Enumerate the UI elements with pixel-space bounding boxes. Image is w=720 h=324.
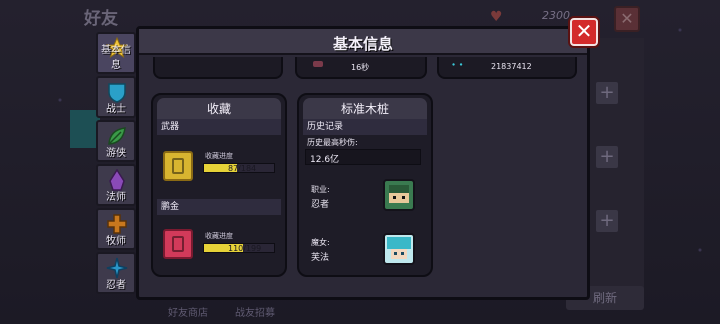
max-dps-label: 历史最高秒伤:: [307, 138, 358, 147]
background-title: 好友: [84, 9, 118, 29]
background-friend-slots: [590, 38, 644, 298]
training-dummy-panel: 标准木桩 历史记录 历史最高秒伤: 12.6亿 职业: 忍者 魔女: 芙法: [297, 93, 433, 277]
alchemy-progress-text: 110/199: [228, 244, 262, 253]
tab-ninja[interactable]: 忍者: [96, 252, 136, 294]
collection-panel: 收藏 武器 收藏进度 87/184 鹏金 收藏进度 110/199: [151, 93, 287, 277]
stat-card-partial: ∙ ∙ 21837412: [437, 57, 577, 79]
add-friend-plus-icon: +: [596, 82, 618, 104]
tab-label: 牧师: [106, 236, 126, 247]
history-label: 历史记录: [303, 119, 427, 135]
background-tab-recruit: 战友招募: [235, 308, 275, 319]
stat-value: 21837412: [491, 62, 532, 71]
background-coins: 2300: [542, 9, 570, 22]
weapons-progress-text: 87/184: [228, 164, 257, 173]
background-close-icon: ✕: [614, 6, 640, 32]
ninja-avatar-icon: [383, 179, 415, 211]
max-dps-value: 12.6亿: [310, 155, 340, 165]
tab-priest[interactable]: 牧师: [96, 208, 136, 250]
witch-avatar-icon: [383, 233, 415, 265]
add-friend-plus-icon: +: [596, 210, 618, 232]
tab-mage[interactable]: 法师: [96, 164, 136, 206]
tab-label: 基本信息: [101, 45, 131, 71]
weapons-section-label: 武器: [157, 119, 281, 135]
witch-label: 魔女:: [311, 238, 330, 247]
background-tab-shop: 好友商店: [168, 308, 208, 319]
collection-title: 收藏: [157, 98, 281, 120]
tab-label: 忍者: [106, 280, 126, 291]
tab-label: 战士: [106, 104, 126, 115]
alchemy-book-icon[interactable]: [163, 229, 193, 259]
add-friend-plus-icon: +: [596, 146, 618, 168]
tab-warrior[interactable]: 战士: [96, 76, 136, 118]
stat-icon: [313, 61, 323, 67]
training-dummy-title: 标准木桩: [303, 98, 427, 120]
alchemy-progress-bar: 110/199: [203, 243, 275, 253]
tab-label: 法师: [106, 192, 126, 203]
basic-info-dialog: 基本信息 16秒 ∙ ∙ 21837412 收藏 武器 收藏进度 87/184 …: [136, 26, 590, 300]
max-dps-box: 12.6亿: [305, 149, 421, 165]
tab-label: 游侠: [106, 148, 126, 159]
dialog-header: 基本信息: [139, 29, 587, 55]
alchemy-progress-label: 收藏进度: [205, 232, 233, 240]
close-button[interactable]: ✕: [570, 18, 598, 46]
class-label: 职业:: [311, 185, 330, 194]
stat-card-partial: [153, 57, 283, 79]
tab-ranger[interactable]: 游侠: [96, 120, 136, 162]
stat-card-partial: 16秒: [295, 57, 427, 79]
witch-value: 芙法: [311, 253, 330, 263]
heart-icon: ♥: [490, 9, 503, 25]
stat-value: 16秒: [351, 63, 370, 72]
tab-basic-info[interactable]: 基本信息: [96, 32, 136, 74]
alchemy-section-label: 鹏金: [157, 199, 281, 215]
class-value: 忍者: [311, 200, 330, 210]
weapons-progress-label: 收藏进度: [205, 152, 233, 160]
stat-icon: ∙ ∙: [451, 60, 464, 69]
weapons-progress-bar: 87/184: [203, 163, 275, 173]
dialog-title: 基本信息: [332, 35, 393, 53]
weapon-book-icon[interactable]: [163, 151, 193, 181]
